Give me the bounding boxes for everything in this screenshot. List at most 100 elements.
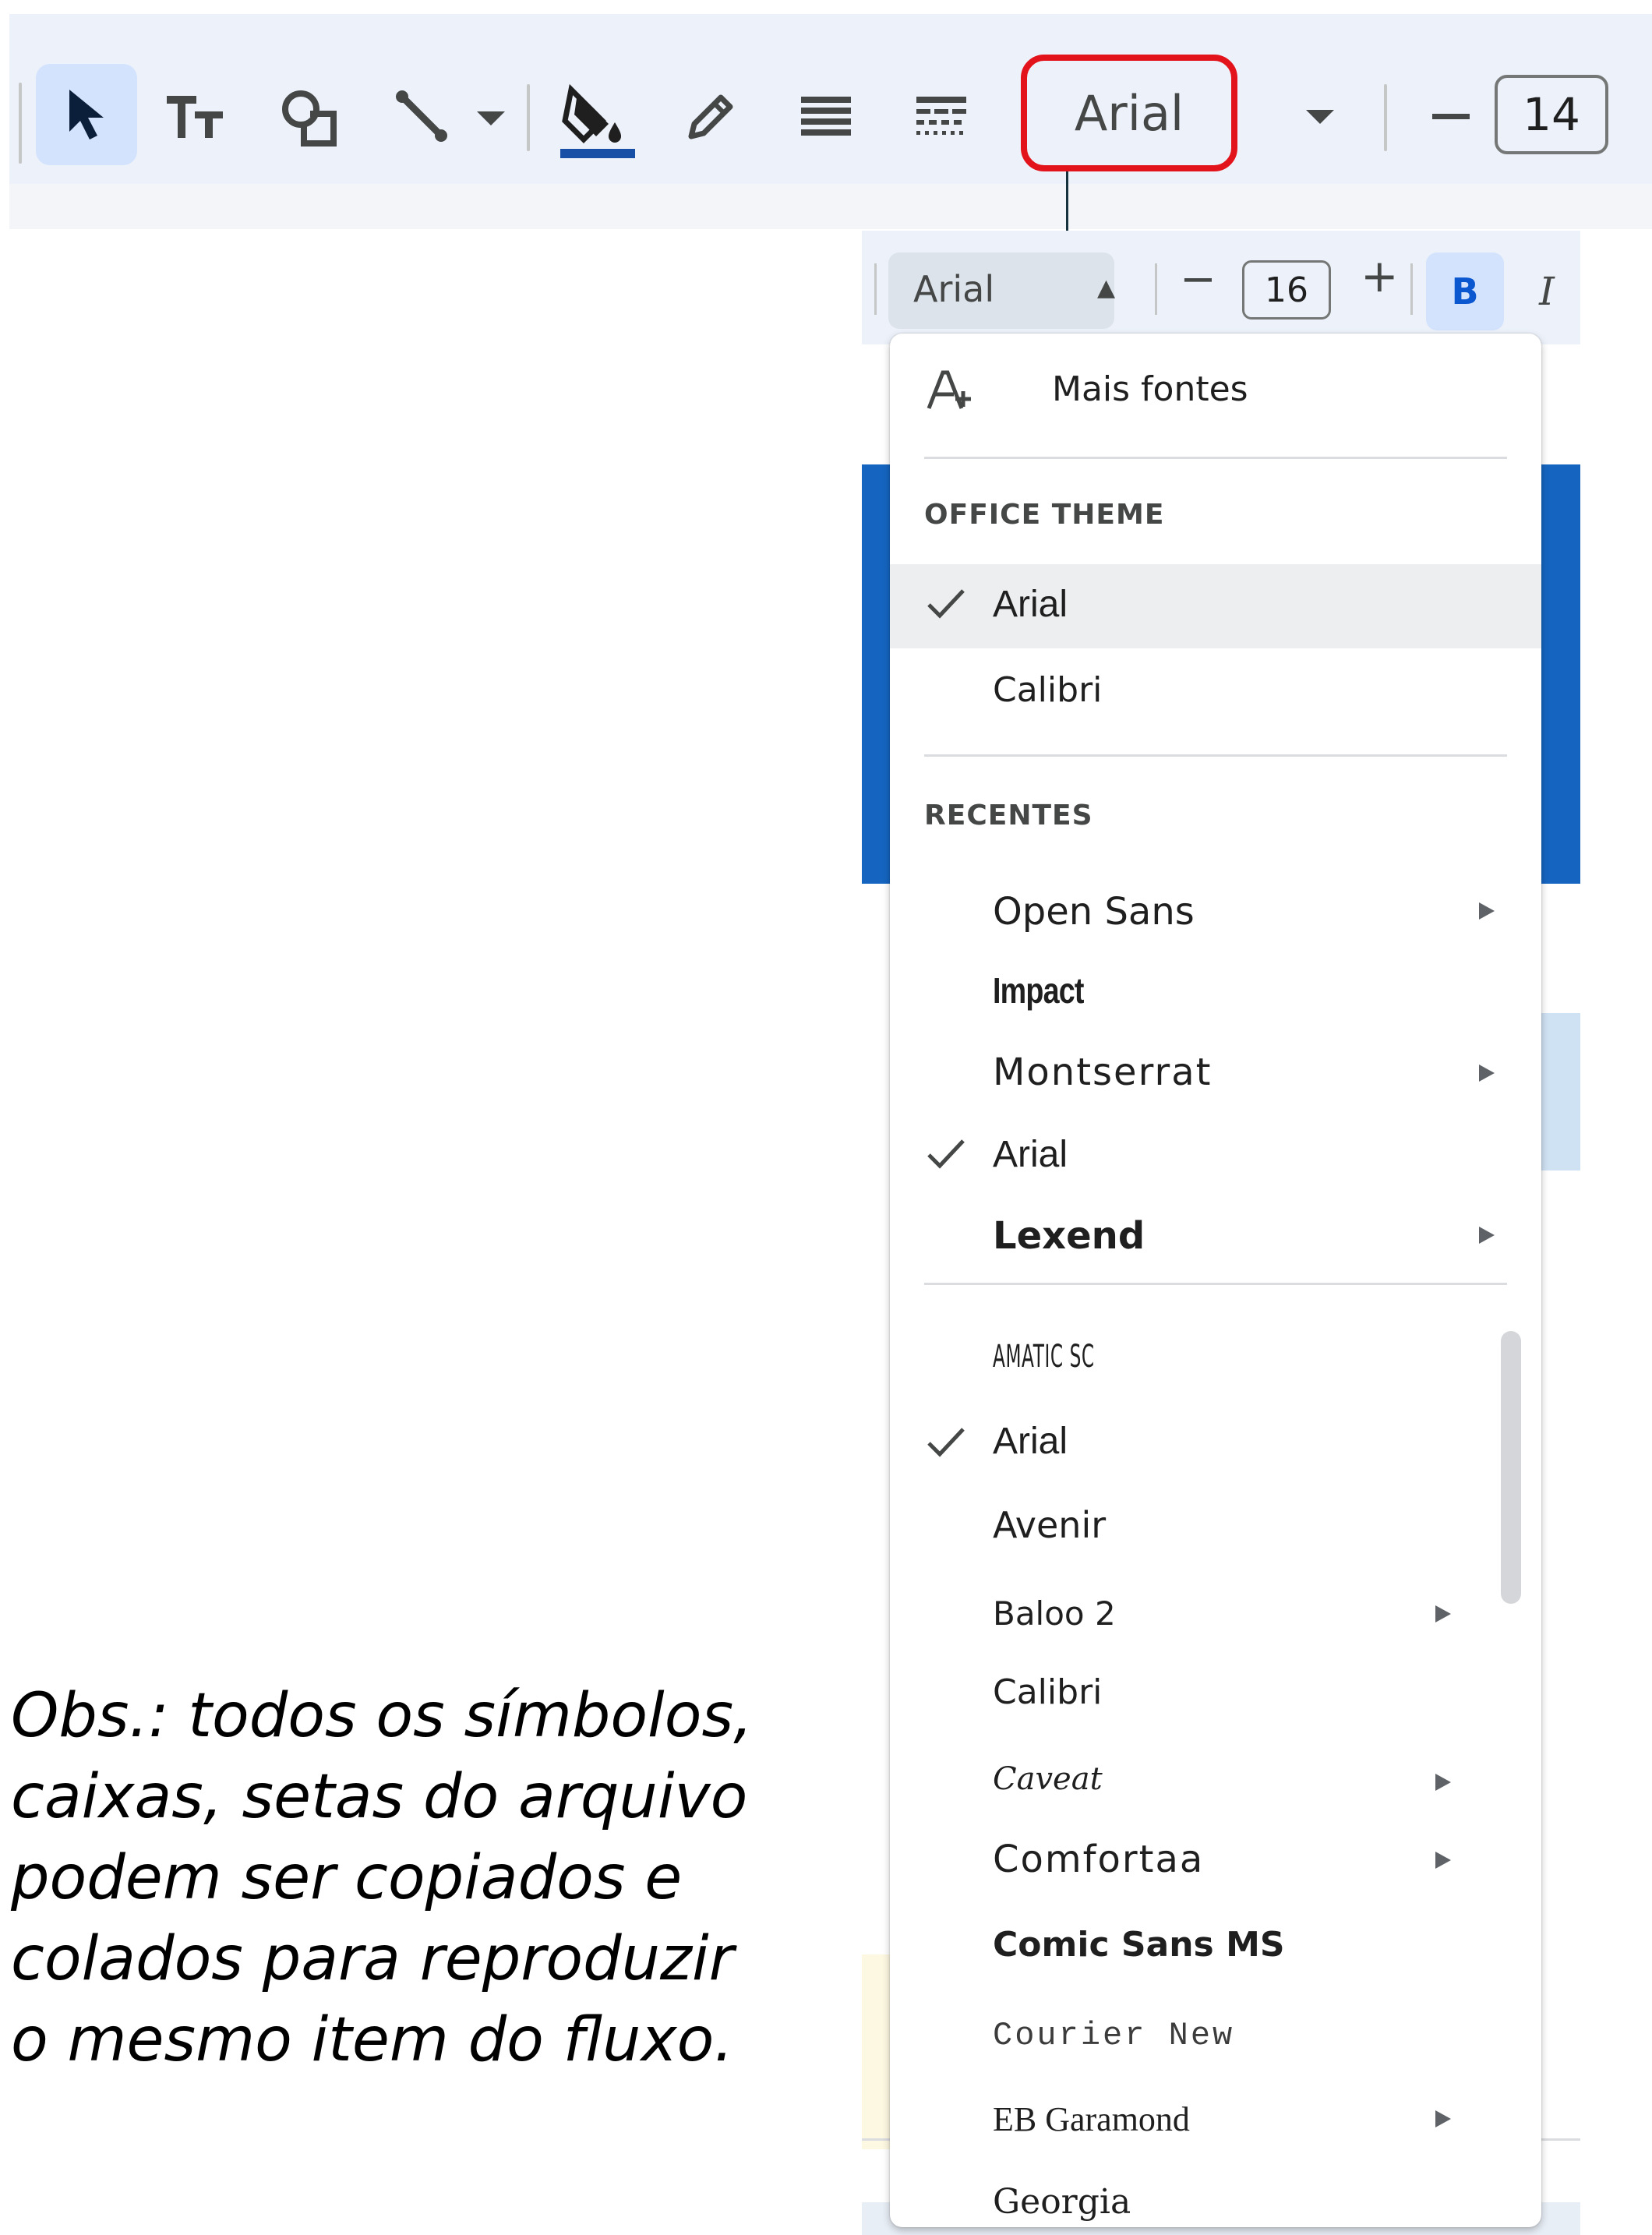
app-font-name: Arial — [913, 268, 995, 310]
background-shape — [1540, 464, 1580, 916]
submenu-arrow-icon — [1479, 1227, 1495, 1244]
font-item-label: Montserrat — [993, 1050, 1213, 1094]
app-toolbar: Arial ▲ − 16 + B I — [862, 231, 1580, 344]
font-item-label: Comic Sans MS — [993, 1925, 1285, 1965]
italic-button[interactable]: I — [1520, 252, 1574, 330]
line-button[interactable] — [383, 78, 461, 156]
font-dropdown-button[interactable] — [1297, 97, 1343, 136]
decrease-font-size-button[interactable] — [1423, 94, 1479, 140]
line-weight-icon — [801, 97, 851, 136]
font-item-calibri-office[interactable]: Calibri — [890, 648, 1541, 733]
font-item-label: Arial — [993, 1134, 1068, 1175]
font-item-label: Comfortaa — [993, 1838, 1205, 1881]
menu-divider — [924, 754, 1507, 757]
background-shape — [862, 1954, 893, 2149]
font-item-label: Caveat — [993, 1761, 1103, 1797]
toolbar-separator — [19, 83, 22, 164]
line-dash-button[interactable] — [902, 78, 980, 156]
select-tool-button[interactable] — [36, 64, 137, 165]
toolbar-separator — [527, 84, 530, 151]
shapes-button[interactable] — [270, 78, 348, 156]
font-item-label: Impact — [993, 970, 1084, 1011]
shapes-icon — [282, 90, 337, 147]
menu-divider — [924, 1283, 1507, 1285]
font-item-label: Open Sans — [993, 890, 1195, 934]
caret-up-icon: ▲ — [1097, 274, 1116, 302]
submenu-arrow-icon — [1435, 1852, 1451, 1869]
check-icon — [926, 1425, 966, 1462]
font-item-label: AMATIC SC — [993, 1339, 1095, 1375]
font-item-georgia[interactable]: Georgia — [890, 2165, 1541, 2227]
font-size-input[interactable]: 14 — [1495, 75, 1608, 154]
submenu-arrow-icon — [1479, 1065, 1495, 1082]
font-item-open-sans[interactable]: Open Sans — [890, 871, 1541, 952]
select-icon — [69, 90, 104, 139]
check-icon — [926, 586, 966, 623]
toolbar-separator — [1384, 84, 1387, 151]
app-decrease-size-button[interactable]: − — [1180, 254, 1216, 305]
fill-color-button[interactable] — [556, 78, 642, 164]
more-fonts-item[interactable]: Mais fontes — [890, 334, 1541, 458]
office-theme-header: OFFICE THEME — [924, 499, 1165, 531]
app-increase-size-button[interactable]: + — [1361, 249, 1399, 302]
pen-icon — [688, 94, 733, 139]
add-font-icon — [927, 370, 971, 409]
text-style-button[interactable] — [156, 78, 234, 156]
font-item-label: Baloo 2 — [993, 1594, 1116, 1633]
font-item-label: Arial — [993, 584, 1068, 625]
font-item-label: EB Garamond — [993, 2100, 1190, 2138]
border-color-button[interactable] — [672, 78, 750, 156]
app-font-selector[interactable]: Arial ▲ — [888, 252, 1116, 329]
font-item-label: Avenir — [993, 1504, 1107, 1546]
toolbar-separator — [1410, 263, 1413, 315]
app-font-size-input[interactable]: 16 — [1242, 260, 1331, 320]
font-item-label: Calibri — [993, 670, 1103, 710]
submenu-arrow-icon — [1435, 2110, 1451, 2127]
toolbar-bottom-strip — [9, 184, 1652, 229]
background-shape — [862, 464, 893, 916]
font-item-avenir[interactable]: Avenir — [890, 1485, 1541, 1573]
menu-divider — [924, 457, 1507, 459]
line-weight-button[interactable] — [787, 78, 865, 156]
font-item-label: Calibri — [993, 1672, 1103, 1712]
bold-button[interactable]: B — [1426, 252, 1504, 330]
toolbar-separator — [1155, 263, 1157, 315]
font-item-arial[interactable]: Arial — [890, 1400, 1541, 1485]
background-shape — [1540, 1013, 1580, 1170]
submenu-arrow-icon — [1435, 1774, 1451, 1791]
more-fonts-label: Mais fontes — [1052, 369, 1248, 409]
font-item-arial-recent[interactable]: Arial — [890, 1114, 1541, 1195]
font-item-lexend[interactable]: Lexend — [890, 1195, 1541, 1276]
toolbar-separator — [874, 263, 877, 315]
font-item-amatic-sc[interactable]: AMATIC SC — [890, 1314, 1541, 1400]
font-item-eb-garamond[interactable]: EB Garamond — [890, 2081, 1541, 2165]
fill-color-icon — [560, 83, 635, 158]
font-item-label: Arial — [993, 1421, 1068, 1462]
submenu-arrow-icon — [1479, 902, 1495, 920]
font-item-montserrat[interactable]: Montserrat — [890, 1033, 1541, 1114]
line-icon — [396, 90, 447, 142]
line-dash-icon — [916, 97, 966, 135]
font-item-baloo-2[interactable]: Baloo 2 — [890, 1573, 1541, 1658]
font-item-calibri[interactable]: Calibri — [890, 1658, 1541, 1739]
font-item-courier-new[interactable]: Courier New — [890, 1998, 1541, 2081]
note-text: Obs.: todos os símbolos, caixas, setas d… — [11, 1681, 753, 2075]
font-item-label: Georgia — [993, 2182, 1131, 2222]
font-dropdown-icon — [1306, 110, 1334, 124]
minus-icon — [1432, 114, 1470, 119]
font-selector-highlighted[interactable]: Arial — [1021, 55, 1237, 171]
font-item-comic-sans-ms[interactable]: Comic Sans MS — [890, 1906, 1541, 1998]
font-item-caveat[interactable]: Caveat — [890, 1739, 1541, 1825]
dropdown-icon — [477, 111, 505, 125]
recent-header: RECENTES — [924, 800, 1093, 832]
line-dropdown-button[interactable] — [472, 97, 510, 139]
font-item-comfortaa[interactable]: Comfortaa — [890, 1825, 1541, 1906]
font-item-label: Courier New — [993, 2017, 1235, 2054]
check-icon — [926, 1136, 966, 1174]
submenu-arrow-icon — [1435, 1605, 1451, 1622]
font-item-arial-office[interactable]: Arial — [890, 564, 1541, 648]
font-item-impact[interactable]: Impact — [890, 952, 1541, 1033]
font-menu: Mais fontes OFFICE THEME Arial Calibri R… — [890, 334, 1541, 2227]
text-style-icon — [167, 96, 223, 138]
font-item-label: Lexend — [993, 1214, 1145, 1258]
